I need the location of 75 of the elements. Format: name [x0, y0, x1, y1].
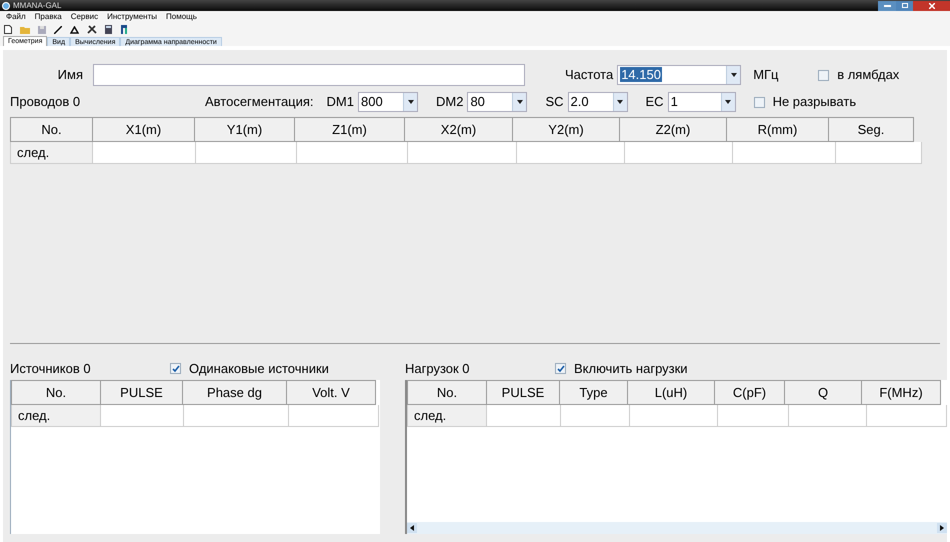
- column-header[interactable]: Y2(m): [512, 117, 620, 142]
- column-header[interactable]: X2(m): [404, 117, 513, 142]
- column-header[interactable]: L(uH): [627, 380, 715, 405]
- combo-box[interactable]: 2.0: [568, 92, 628, 112]
- checkbox[interactable]: [170, 363, 181, 374]
- column-header[interactable]: No.: [407, 380, 487, 405]
- close-button[interactable]: [913, 0, 950, 10]
- column-header[interactable]: PULSE: [486, 380, 560, 405]
- menu-item[interactable]: Правка: [34, 11, 62, 23]
- menu-item[interactable]: Помощь: [166, 11, 197, 23]
- column-header[interactable]: Z2(m): [619, 117, 727, 142]
- checkmark-icon: [172, 364, 180, 372]
- unit-label: МГц: [753, 66, 780, 84]
- name-field[interactable]: [93, 64, 525, 86]
- column-header[interactable]: Z1(m): [294, 117, 405, 142]
- line-icon[interactable]: [54, 26, 62, 34]
- table-cell: [718, 405, 789, 427]
- checkbox-label: Не разрывать: [772, 93, 856, 112]
- column-header[interactable]: Type: [559, 380, 628, 405]
- checkbox[interactable]: [818, 70, 830, 80]
- field-label: DM2: [436, 93, 464, 112]
- checkbox[interactable]: [754, 96, 765, 108]
- new-file-icon[interactable]: [4, 25, 12, 34]
- field-label: EC: [646, 93, 664, 112]
- combo-value: 80: [469, 93, 486, 111]
- autoseg-label: Автосегментация:: [205, 93, 314, 112]
- minimize-button[interactable]: [878, 0, 896, 10]
- field-label: SC: [545, 93, 564, 112]
- column-header[interactable]: Seg.: [828, 117, 914, 142]
- column-header[interactable]: Volt. V: [286, 380, 376, 405]
- horizontal-scrollbar[interactable]: [407, 522, 947, 534]
- checkbox-label: Включить нагрузки: [574, 360, 688, 378]
- field-label: DM1: [326, 93, 354, 112]
- menu-item[interactable]: Инструменты: [107, 11, 157, 23]
- combo-value: 800: [360, 93, 384, 111]
- triangle-icon[interactable]: [70, 26, 79, 34]
- column-header[interactable]: C(pF): [714, 380, 785, 405]
- menu-item[interactable]: Сервис: [70, 11, 98, 23]
- checkbox-label: в лямбдах: [837, 66, 900, 84]
- name-label: Имя: [56, 66, 84, 84]
- menu-item[interactable]: Файл: [6, 11, 26, 23]
- wires-count: Проводов 0: [10, 93, 82, 112]
- maximize-button[interactable]: [896, 0, 913, 10]
- table-cell: [561, 405, 630, 427]
- column-header[interactable]: R(mm): [726, 117, 829, 142]
- figure-icon[interactable]: [120, 25, 128, 34]
- combo-box[interactable]: 14.150: [617, 65, 742, 85]
- checkbox-label: Одинаковые источники: [189, 360, 329, 378]
- checkbox[interactable]: [555, 363, 566, 374]
- window-title: MMANA-GAL: [13, 0, 62, 10]
- combo-box[interactable]: 1: [668, 92, 736, 112]
- column-header[interactable]: PULSE: [100, 380, 183, 405]
- row-header: след.: [11, 405, 101, 427]
- column-header[interactable]: No.: [10, 117, 93, 142]
- column-header[interactable]: X1(m): [92, 117, 195, 142]
- calculator-icon[interactable]: [105, 25, 112, 34]
- combo-value: 1: [670, 93, 679, 111]
- combo-box[interactable]: 800: [358, 92, 418, 112]
- row-header: след.: [407, 405, 487, 427]
- scroll-right-icon[interactable]: [937, 523, 947, 533]
- sources-count: Источников 0: [10, 360, 92, 378]
- loads-count: Нагрузок 0: [405, 360, 471, 378]
- column-header[interactable]: Q: [784, 380, 862, 405]
- column-header[interactable]: No.: [11, 380, 101, 405]
- frequency-label: Частота: [565, 66, 614, 84]
- column-header[interactable]: Y1(m): [194, 117, 295, 142]
- combo-value: 14.150: [619, 66, 663, 84]
- column-header[interactable]: F(MHz): [861, 380, 941, 405]
- combo-box[interactable]: 80: [467, 92, 528, 112]
- close-icon: [928, 2, 934, 8]
- scroll-left-icon[interactable]: [407, 523, 417, 533]
- checkmark-icon: [556, 364, 564, 372]
- column-header[interactable]: Phase dg: [182, 380, 287, 405]
- combo-value: 2.0: [570, 93, 590, 111]
- row-header: след.: [10, 142, 93, 164]
